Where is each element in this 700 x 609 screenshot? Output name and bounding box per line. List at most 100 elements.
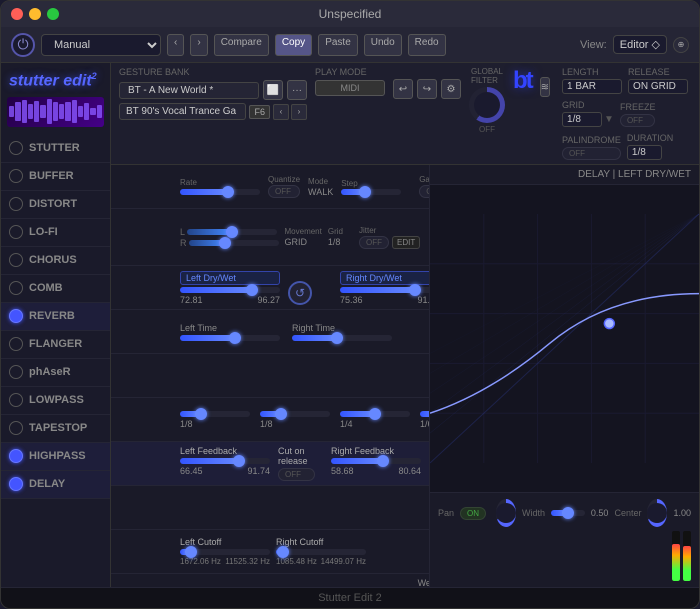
- freeze-toggle[interactable]: OFF: [620, 114, 656, 127]
- reverb-left-slider[interactable]: [180, 458, 270, 464]
- preset-dropdown[interactable]: Manual: [41, 34, 161, 56]
- sidebar-item-lofi[interactable]: LO-FI: [1, 219, 110, 247]
- phaser-left-thumb[interactable]: [185, 546, 197, 558]
- stutter-toggle[interactable]: [9, 141, 23, 155]
- lofi-toggle[interactable]: [9, 225, 23, 239]
- distort-left-slider[interactable]: [180, 287, 280, 293]
- sidebar-item-distort[interactable]: DISTORT: [1, 191, 110, 219]
- comb-l2-thumb[interactable]: [369, 408, 381, 420]
- grid-selector[interactable]: 1/8: [562, 112, 602, 127]
- extra-icon[interactable]: ⊕: [673, 37, 689, 53]
- length-selector[interactable]: 1 BAR: [562, 79, 622, 94]
- redo-icon[interactable]: ↪: [417, 79, 437, 99]
- distort-left-thumb[interactable]: [246, 284, 258, 296]
- buffer-r-slider[interactable]: [189, 240, 279, 246]
- distort-toggle[interactable]: [9, 197, 23, 211]
- redo-button[interactable]: Redo: [408, 34, 446, 56]
- sidebar-item-chorus[interactable]: CHORUS: [1, 247, 110, 275]
- buffer-r-thumb[interactable]: [219, 237, 231, 249]
- distort-lv1: 72.81: [180, 295, 203, 305]
- sidebar-item-buffer[interactable]: BUFFER: [1, 163, 110, 191]
- reverb-toggle[interactable]: [9, 309, 23, 323]
- sidebar-item-lowpass[interactable]: LOWPASS: [1, 387, 110, 415]
- global-filter-knob[interactable]: [469, 87, 505, 123]
- lofi-right-thumb[interactable]: [331, 332, 343, 344]
- phaser-right-slider[interactable]: [276, 549, 366, 555]
- lowpass-toggle[interactable]: [9, 393, 23, 407]
- undo-button[interactable]: Undo: [364, 34, 402, 56]
- comb-r1-thumb[interactable]: [275, 408, 287, 420]
- viz-width-slider[interactable]: [551, 510, 585, 516]
- sidebar-item-delay[interactable]: DELAY: [1, 471, 110, 499]
- stutter-rate-thumb[interactable]: [222, 186, 234, 198]
- viz-pan-knob[interactable]: [496, 499, 516, 527]
- comb-l1-thumb[interactable]: [195, 408, 207, 420]
- phaser-right-thumb[interactable]: [277, 546, 289, 558]
- highpass-toggle[interactable]: [9, 449, 23, 463]
- play-mode-midi[interactable]: MIDI: [315, 80, 385, 96]
- lofi-left-thumb[interactable]: [229, 332, 241, 344]
- comb-r1-slider[interactable]: [260, 411, 330, 417]
- comb-toggle[interactable]: [9, 281, 23, 295]
- chorus-toggle[interactable]: [9, 253, 23, 267]
- reverb-cor-toggle[interactable]: OFF: [278, 468, 315, 481]
- reverb-right-thumb[interactable]: [377, 455, 389, 467]
- release-selector[interactable]: ON GRID: [628, 79, 688, 94]
- palindrome-toggle[interactable]: OFF: [562, 147, 621, 160]
- stutter-quantize-toggle[interactable]: OFF: [268, 185, 300, 198]
- buffer-jitter-toggle[interactable]: OFF: [359, 236, 389, 249]
- comb-r2-slider[interactable]: [420, 411, 429, 417]
- copy-button[interactable]: Copy: [275, 34, 312, 56]
- viz-pan-row: Pan ON Width 0.50 Center: [438, 499, 691, 527]
- sidebar-item-comb[interactable]: COMB: [1, 275, 110, 303]
- phaser-left-slider[interactable]: [180, 549, 270, 555]
- view-selector[interactable]: Editor ◇: [613, 35, 667, 54]
- buffer-toggle[interactable]: [9, 169, 23, 183]
- duration-selector[interactable]: 1/8: [627, 145, 662, 160]
- viz-width-thumb[interactable]: [562, 507, 574, 519]
- bt-extra-icon[interactable]: ≋: [540, 77, 550, 97]
- stutter-rate-slider[interactable]: [180, 189, 260, 195]
- undo-icon[interactable]: ↩: [393, 79, 413, 99]
- sidebar-item-highpass[interactable]: HIGHPASS: [1, 443, 110, 471]
- gesture-bank-folder-icon[interactable]: ⬜: [263, 80, 283, 100]
- close-button[interactable]: [11, 8, 23, 20]
- maximize-button[interactable]: [47, 8, 59, 20]
- lofi-right-slider[interactable]: [292, 335, 392, 341]
- lofi-left-slider[interactable]: [180, 335, 280, 341]
- paste-button[interactable]: Paste: [318, 34, 358, 56]
- distort-right-slider[interactable]: [340, 287, 429, 293]
- viz-center-knob[interactable]: [647, 499, 667, 527]
- settings-icon[interactable]: ⚙: [441, 79, 461, 99]
- flanger-toggle[interactable]: [9, 337, 23, 351]
- nav-prev-button[interactable]: ‹: [167, 34, 184, 56]
- preset-prev-arrow[interactable]: ‹: [273, 104, 289, 120]
- comb-l2-slider[interactable]: [340, 411, 410, 417]
- buffer-l-slider[interactable]: [187, 229, 277, 235]
- distort-right-thumb[interactable]: [409, 284, 421, 296]
- minimize-button[interactable]: [29, 8, 41, 20]
- stutter-step-thumb[interactable]: [359, 186, 371, 198]
- compare-button[interactable]: Compare: [214, 34, 269, 56]
- power-button[interactable]: ⏻: [11, 33, 35, 57]
- sidebar-item-flanger[interactable]: FLANGER: [1, 331, 110, 359]
- nav-next-button[interactable]: ›: [190, 34, 207, 56]
- reverb-right-slider[interactable]: [331, 458, 421, 464]
- phaser-toggle[interactable]: [9, 365, 23, 379]
- buffer-jitter-edit[interactable]: EDIT: [392, 236, 420, 249]
- comb-l1-slider[interactable]: [180, 411, 250, 417]
- stutter-step-slider[interactable]: [341, 189, 401, 195]
- delay-toggle[interactable]: [9, 477, 23, 491]
- sidebar-item-reverb[interactable]: REVERB: [1, 303, 110, 331]
- tapestop-toggle[interactable]: [9, 421, 23, 435]
- sidebar-item-stutter[interactable]: STUTTER: [1, 135, 110, 163]
- distort-cycle-icon[interactable]: ↺: [288, 281, 312, 305]
- gesture-bank-menu-icon[interactable]: ···: [287, 80, 307, 100]
- sidebar-item-phaser[interactable]: phAseR: [1, 359, 110, 387]
- viz-pan-toggle[interactable]: ON: [460, 507, 486, 520]
- reverb-left-thumb[interactable]: [233, 455, 245, 467]
- sidebar-item-tapestop[interactable]: TAPESTOP: [1, 415, 110, 443]
- stutter-gate-toggle[interactable]: OFF: [419, 185, 429, 198]
- preset-next-arrow[interactable]: ›: [291, 104, 307, 120]
- buffer-l-thumb[interactable]: [226, 226, 238, 238]
